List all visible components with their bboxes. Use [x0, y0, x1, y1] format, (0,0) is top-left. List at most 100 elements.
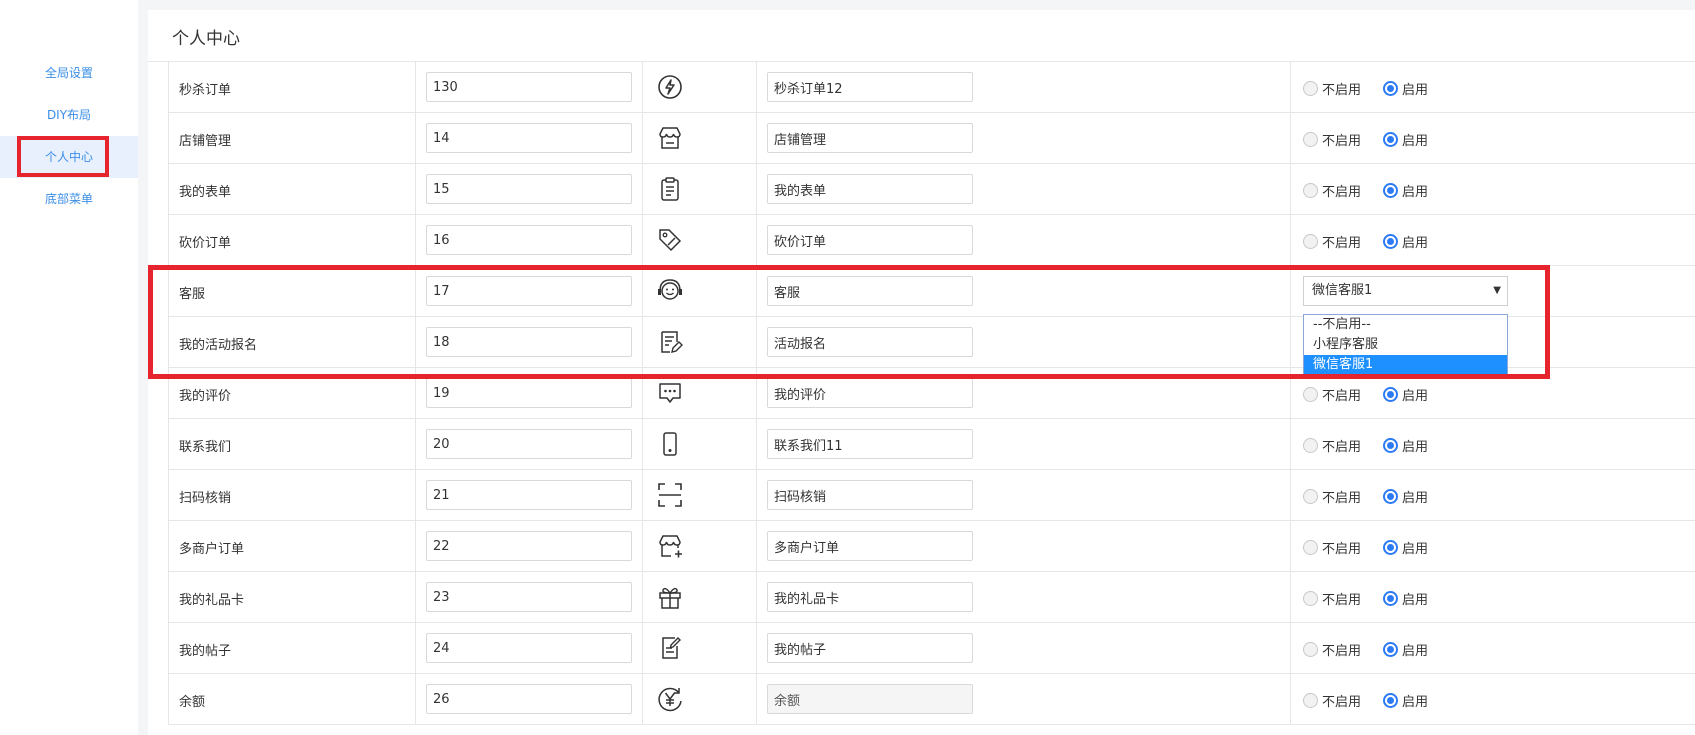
- display-text-input[interactable]: [767, 378, 973, 408]
- radio-disable[interactable]: [1303, 489, 1318, 504]
- service-select[interactable]: 微信客服1 ▼: [1303, 276, 1508, 306]
- sort-cell: [415, 266, 642, 317]
- radio-disable-label[interactable]: 不启用: [1322, 232, 1361, 251]
- store-icon[interactable]: [655, 123, 685, 153]
- display-text-input[interactable]: [767, 72, 973, 102]
- radio-enable-label[interactable]: 启用: [1402, 691, 1428, 710]
- radio-disable[interactable]: [1303, 81, 1318, 96]
- radio-enable[interactable]: [1383, 438, 1399, 453]
- yuan-balance-icon[interactable]: [655, 684, 685, 714]
- radio-enable-label[interactable]: 启用: [1402, 181, 1428, 200]
- sort-input[interactable]: [426, 531, 632, 561]
- gift-icon[interactable]: [655, 582, 685, 612]
- radio-enable[interactable]: [1383, 540, 1399, 555]
- radio-disable-label[interactable]: 不启用: [1322, 589, 1361, 608]
- radio-enable-label[interactable]: 启用: [1402, 487, 1428, 506]
- sort-input[interactable]: [426, 276, 632, 306]
- sidebar-item-diy-layout[interactable]: DIY布局: [0, 94, 138, 136]
- radio-disable[interactable]: [1303, 132, 1318, 147]
- radio-disable-label[interactable]: 不启用: [1322, 538, 1361, 557]
- radio-disable[interactable]: [1303, 438, 1318, 453]
- radio-disable[interactable]: [1303, 234, 1318, 249]
- radio-disable[interactable]: [1303, 591, 1318, 606]
- radio-enable-label[interactable]: 启用: [1402, 589, 1428, 608]
- sort-input[interactable]: [426, 123, 632, 153]
- tag-discount-icon[interactable]: [655, 225, 685, 255]
- dropdown-option[interactable]: 小程序客服: [1304, 335, 1507, 355]
- display-text-input[interactable]: [767, 684, 973, 714]
- radio-disable-label[interactable]: 不启用: [1322, 640, 1361, 659]
- sidebar-item-personal-center[interactable]: 个人中心: [0, 136, 138, 178]
- display-text-input[interactable]: [767, 429, 973, 459]
- sort-input[interactable]: [426, 327, 632, 357]
- radio-enable[interactable]: [1383, 642, 1399, 657]
- sidebar-item-bottom-menu[interactable]: 底部菜单: [0, 178, 138, 220]
- sort-cell: [415, 368, 642, 419]
- radio-enable-label[interactable]: 启用: [1402, 538, 1428, 557]
- display-text-input[interactable]: [767, 531, 973, 561]
- radio-disable-label[interactable]: 不启用: [1322, 130, 1361, 149]
- service-dropdown-list[interactable]: --不启用-- 小程序客服 微信客服1: [1303, 314, 1508, 376]
- radio-enable[interactable]: [1383, 387, 1399, 402]
- radio-disable[interactable]: [1303, 693, 1318, 708]
- display-text-input[interactable]: [767, 582, 973, 612]
- status-cell: 不启用 启用: [1290, 164, 1695, 215]
- sort-input[interactable]: [426, 429, 632, 459]
- display-text-input[interactable]: [767, 276, 973, 306]
- radio-enable-label[interactable]: 启用: [1402, 232, 1428, 251]
- radio-disable-label[interactable]: 不启用: [1322, 691, 1361, 710]
- radio-disable-label[interactable]: 不启用: [1322, 385, 1361, 404]
- dropdown-option[interactable]: --不启用--: [1304, 315, 1507, 335]
- sort-input[interactable]: [426, 633, 632, 663]
- display-text-input[interactable]: [767, 633, 973, 663]
- radio-disable-label[interactable]: 不启用: [1322, 181, 1361, 200]
- radio-disable-label[interactable]: 不启用: [1322, 487, 1361, 506]
- display-text-input[interactable]: [767, 327, 973, 357]
- customer-service-icon[interactable]: [655, 276, 685, 306]
- radio-enable[interactable]: [1383, 183, 1399, 198]
- radio-disable-label[interactable]: 不启用: [1322, 436, 1361, 455]
- radio-enable[interactable]: [1383, 234, 1399, 249]
- display-text-input[interactable]: [767, 480, 973, 510]
- clipboard-icon[interactable]: [655, 174, 685, 204]
- scan-icon[interactable]: [655, 480, 685, 510]
- sort-input[interactable]: [426, 174, 632, 204]
- note-edit-icon[interactable]: [655, 327, 685, 357]
- icon-cell: [642, 470, 756, 521]
- dropdown-option[interactable]: 微信客服1: [1304, 355, 1507, 375]
- sort-input[interactable]: [426, 684, 632, 714]
- chat-bubble-icon[interactable]: [655, 378, 685, 408]
- radio-enable-label[interactable]: 启用: [1402, 385, 1428, 404]
- radio-enable[interactable]: [1383, 693, 1399, 708]
- radio-disable[interactable]: [1303, 540, 1318, 555]
- sort-input[interactable]: [426, 582, 632, 612]
- radio-disable[interactable]: [1303, 642, 1318, 657]
- radio-enable[interactable]: [1383, 489, 1399, 504]
- radio-enable-label[interactable]: 启用: [1402, 436, 1428, 455]
- sort-input[interactable]: [426, 480, 632, 510]
- display-text-input[interactable]: [767, 225, 973, 255]
- radio-enable[interactable]: [1383, 132, 1399, 147]
- radio-disable-label[interactable]: 不启用: [1322, 79, 1361, 98]
- table-row: 多商户订单 不启用 启用: [168, 521, 1695, 572]
- lightning-icon[interactable]: [655, 72, 685, 102]
- display-text-input[interactable]: [767, 174, 973, 204]
- radio-enable-label[interactable]: 启用: [1402, 79, 1428, 98]
- sort-input[interactable]: [426, 378, 632, 408]
- phone-icon[interactable]: [655, 429, 685, 459]
- radio-enable[interactable]: [1383, 81, 1399, 96]
- radio-disable[interactable]: [1303, 183, 1318, 198]
- radio-enable-label[interactable]: 启用: [1402, 640, 1428, 659]
- radio-disable[interactable]: [1303, 387, 1318, 402]
- item-name: 我的表单: [179, 185, 232, 200]
- radio-enable[interactable]: [1383, 591, 1399, 606]
- sort-input[interactable]: [426, 225, 632, 255]
- item-name: 我的礼品卡: [179, 593, 245, 608]
- sort-input[interactable]: [426, 72, 632, 102]
- sidebar-item-global-settings[interactable]: 全局设置: [0, 52, 138, 94]
- radio-enable-label[interactable]: 启用: [1402, 130, 1428, 149]
- display-text-input[interactable]: [767, 123, 973, 153]
- item-name: 店铺管理: [179, 134, 232, 149]
- post-edit-icon[interactable]: [655, 633, 685, 663]
- store-add-icon[interactable]: [655, 531, 685, 561]
